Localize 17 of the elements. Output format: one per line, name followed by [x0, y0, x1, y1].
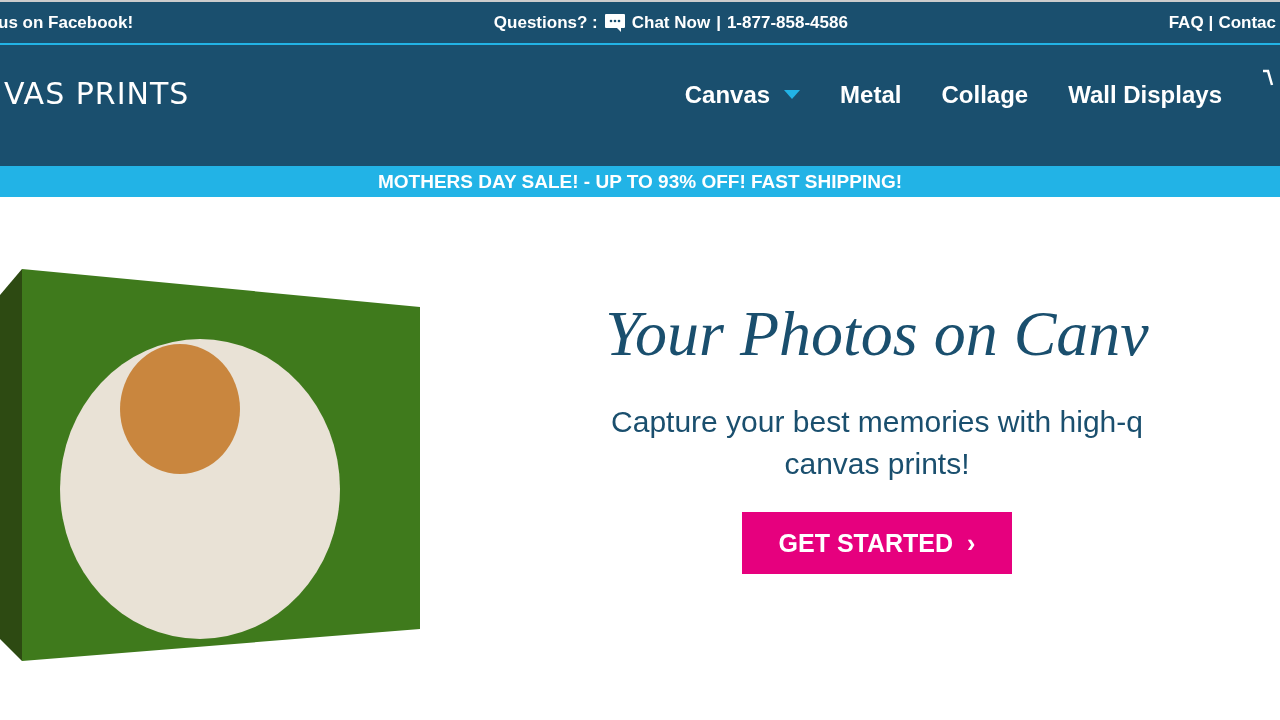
faq-link[interactable]: FAQ: [1168, 12, 1204, 33]
phone-link[interactable]: 1-877-858-4586: [726, 12, 848, 33]
hero-subtitle: Capture your best memories with high-q canvas prints!: [611, 404, 1143, 482]
nav-item[interactable]: Collage: [941, 80, 1029, 109]
separator: |: [1208, 12, 1214, 33]
hero-title: Your Photos on Canv: [605, 297, 1149, 371]
nav-item[interactable]: Metal: [840, 80, 902, 109]
chat-now-link[interactable]: Chat Now: [631, 12, 711, 33]
chat-bubble-icon: [603, 12, 626, 33]
get-started-button[interactable]: GET STARTED ›: [742, 512, 1012, 574]
nav-item[interactable]: Wall Displays: [1068, 80, 1222, 109]
nav-item[interactable]: Canvas: [684, 80, 801, 109]
promo-banner: MOTHERS DAY SALE! - UP TO 93% OFF! FAST SHIPPING!: [0, 166, 1280, 197]
questions-label: Questions? :: [493, 12, 598, 33]
separator: |: [716, 12, 721, 33]
contact-link[interactable]: Contac: [1218, 12, 1276, 33]
site-logo[interactable]: VAS PRINTS: [4, 76, 190, 111]
